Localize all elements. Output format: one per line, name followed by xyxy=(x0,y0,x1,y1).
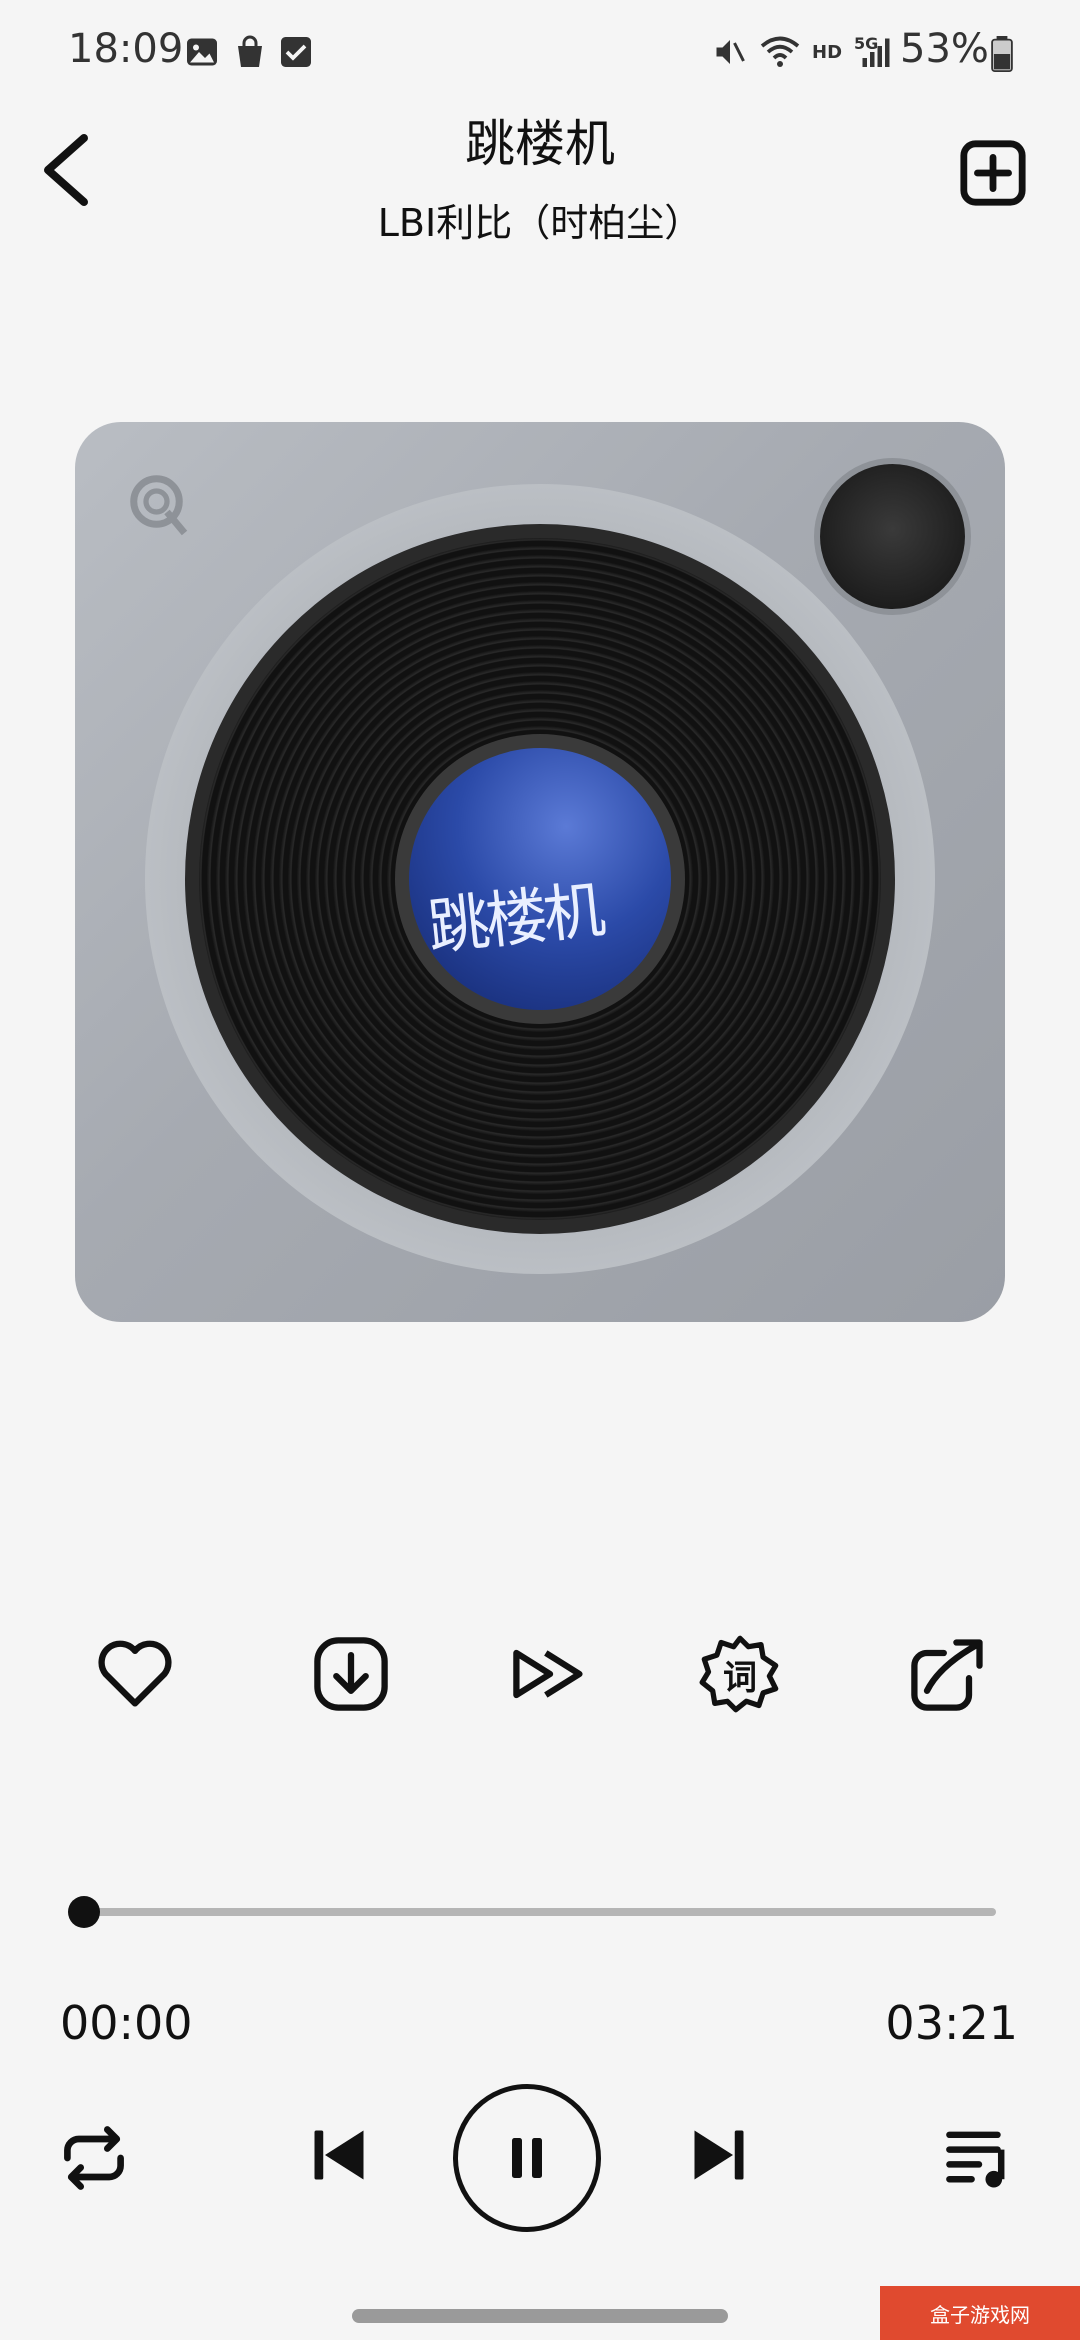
q-logo-icon xyxy=(130,475,188,536)
status-time: 18:09 xyxy=(68,26,184,72)
artist-name[interactable]: LBI利比（时柏尘） xyxy=(0,192,1080,247)
current-time: 00:00 xyxy=(60,1996,193,2050)
progress-track[interactable] xyxy=(82,1908,996,1916)
knob xyxy=(820,464,965,609)
fast-forward-icon[interactable] xyxy=(508,1632,592,1716)
repeat-icon[interactable] xyxy=(56,2120,132,2196)
shopping-bag-icon xyxy=(238,35,262,67)
duration: 03:21 xyxy=(885,1996,1018,2050)
share-icon[interactable] xyxy=(906,1632,990,1716)
image-icon xyxy=(187,38,217,66)
heart-icon[interactable] xyxy=(93,1632,177,1716)
album-cover: 跳楼机 xyxy=(409,748,671,1010)
battery-icon xyxy=(991,36,1013,72)
play-pause-button[interactable] xyxy=(453,2084,601,2232)
add-to-playlist-button[interactable] xyxy=(958,138,1028,208)
network-type: HD xyxy=(812,42,843,63)
mute-icon xyxy=(716,40,745,64)
checkbox-icon xyxy=(281,37,311,67)
download-icon[interactable] xyxy=(309,1632,393,1716)
lyrics-button[interactable]: 词 xyxy=(698,1632,782,1716)
home-indicator[interactable] xyxy=(352,2309,728,2323)
playlist-icon[interactable] xyxy=(942,2120,1016,2194)
song-title: 跳楼机 xyxy=(465,115,615,173)
watermark: 盒子游戏网 xyxy=(880,2286,1080,2340)
album-art: 跳楼机 xyxy=(75,422,1005,1322)
status-bar: 18:09 HD 5G 53% xyxy=(0,0,1080,100)
previous-icon[interactable] xyxy=(304,2120,374,2190)
pause-icon xyxy=(512,2138,542,2178)
cover-title: 跳楼机 xyxy=(424,873,605,964)
battery-percent: 53% xyxy=(900,26,989,72)
next-icon[interactable] xyxy=(684,2120,754,2190)
signal-icon xyxy=(862,38,890,67)
wifi-icon xyxy=(760,36,800,67)
lyrics-label: 词 xyxy=(723,1658,757,1698)
progress-thumb[interactable] xyxy=(68,1896,100,1928)
